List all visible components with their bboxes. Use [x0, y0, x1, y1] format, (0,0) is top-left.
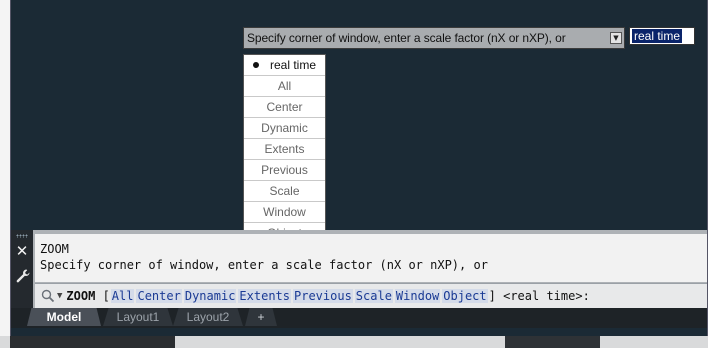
cmd-option-center[interactable]: Center — [136, 289, 182, 303]
history-line: Specify corner of window, enter a scale … — [40, 258, 488, 272]
option-scale[interactable]: Scale — [244, 181, 325, 202]
option-previous[interactable]: Previous — [244, 160, 325, 181]
option-dynamic[interactable]: Dynamic — [244, 118, 325, 139]
layout-tabs-bar: Model Layout1 Layout2 + — [11, 308, 707, 328]
cmd-option-dynamic[interactable]: Dynamic — [183, 289, 237, 303]
history-line: ZOOM — [40, 242, 69, 256]
cmd-option-window[interactable]: Window — [394, 289, 441, 303]
command-input-line[interactable]: ▼ ZOOM [ All Center Dynamic Extents Prev… — [35, 283, 707, 308]
tab-model[interactable]: Model — [27, 308, 101, 326]
chevron-down-icon[interactable]: ▼ — [57, 291, 62, 301]
dynamic-input-tooltip: Specify corner of window, enter a scale … — [243, 27, 625, 49]
option-extents[interactable]: Extents — [244, 139, 325, 160]
selected-bullet-icon — [253, 62, 259, 68]
command-line-grip[interactable]: ✕ — [11, 230, 33, 308]
option-real-time[interactable]: real time — [244, 55, 325, 76]
tab-layout2[interactable]: Layout2 — [173, 308, 243, 326]
cmd-option-object[interactable]: Object — [442, 289, 488, 303]
cmd-option-extents[interactable]: Extents — [238, 289, 291, 303]
dynamic-input-value[interactable]: real time — [632, 29, 683, 43]
options-dropdown: real time All Center Dynamic Extents Pre… — [243, 54, 326, 244]
tab-layout1[interactable]: Layout1 — [103, 308, 173, 326]
command-line-panel: ✕ ZOOM Specify corner of window, enter a… — [11, 230, 707, 308]
option-bracket-open: [ — [102, 289, 110, 303]
option-all[interactable]: All — [244, 76, 325, 97]
command-name: ZOOM — [66, 289, 96, 303]
cmd-option-all[interactable]: All — [110, 289, 135, 303]
cmd-option-previous[interactable]: Previous — [293, 289, 353, 303]
option-center[interactable]: Center — [244, 97, 325, 118]
command-history: ZOOM Specify corner of window, enter a s… — [35, 234, 707, 282]
add-layout-button[interactable]: + — [245, 308, 277, 326]
option-bracket-close: ] — [488, 289, 496, 303]
cmd-option-scale[interactable]: Scale — [354, 289, 393, 303]
dynamic-input-field[interactable]: real time — [629, 27, 695, 45]
default-option: <real time>: — [503, 289, 590, 303]
bottom-strip — [0, 336, 708, 348]
down-arrow-icon[interactable]: ▼ — [610, 32, 622, 44]
dynamic-input-prompt: Specify corner of window, enter a scale … — [247, 31, 566, 45]
close-icon[interactable]: ✕ — [15, 244, 29, 259]
option-window[interactable]: Window — [244, 202, 325, 223]
drag-handle-icon[interactable] — [16, 234, 28, 238]
customize-wrench-icon[interactable] — [15, 268, 31, 284]
zoom-icon[interactable] — [41, 289, 55, 303]
